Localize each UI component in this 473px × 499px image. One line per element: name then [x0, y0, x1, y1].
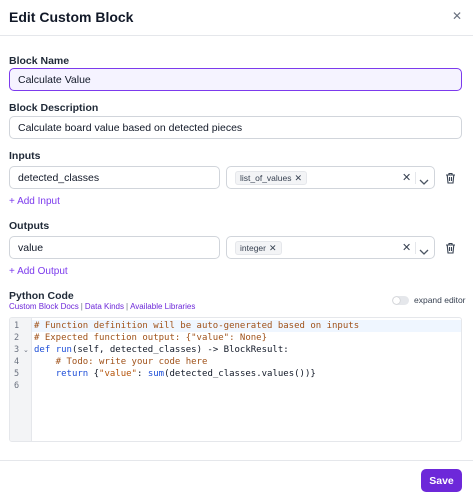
trash-icon[interactable] [445, 241, 456, 259]
save-button[interactable]: Save [421, 469, 462, 492]
clear-icon[interactable]: ✕ [402, 171, 411, 184]
line-number-gutter: 1 2 3 ⌄ 4 5 6 [10, 318, 32, 441]
code-line: # Expected function output: {"value": No… [34, 333, 267, 343]
input-kind-select[interactable]: list_of_values ✕ ✕ [226, 166, 435, 189]
dialog-header: Edit Custom Block ✕ [0, 0, 473, 36]
docs-links: Custom Block Docs | Data Kinds | Available L… [9, 302, 196, 311]
code-line: def run(self, detected_classes) -> Block… [34, 345, 289, 355]
kind-chip-label: integer [240, 243, 266, 253]
output-name-field[interactable] [9, 236, 220, 259]
input-name-field[interactable] [9, 166, 220, 189]
select-divider [415, 242, 416, 254]
chevron-down-icon[interactable] [419, 173, 429, 191]
dialog-footer [0, 460, 473, 499]
python-code-label: Python Code [9, 290, 74, 302]
expand-editor-toggle[interactable] [392, 295, 409, 305]
clear-icon[interactable]: ✕ [402, 241, 411, 254]
dialog-title: Edit Custom Block [9, 9, 134, 25]
line-number: 1 [14, 321, 20, 331]
expand-editor-label: expand editor [414, 295, 466, 305]
code-editor[interactable]: 1 2 3 ⌄ 4 5 6 # Function definition will… [9, 317, 462, 442]
chevron-down-icon[interactable] [419, 243, 429, 261]
block-name-label: Block Name [9, 55, 70, 67]
custom-block-docs-link[interactable]: Custom Block Docs [9, 302, 79, 311]
code-content[interactable]: # Function definition will be auto-gener… [32, 318, 461, 441]
inputs-label: Inputs [9, 150, 41, 162]
add-output-link[interactable]: + Add Output [9, 266, 68, 277]
code-line: # Todo: write your code here [34, 357, 208, 367]
line-number: 4 [14, 357, 20, 367]
kind-chip: integer ✕ [235, 241, 282, 255]
kind-chip: list_of_values ✕ [235, 171, 308, 185]
add-input-link[interactable]: + Add Input [9, 196, 60, 207]
outputs-label: Outputs [9, 220, 50, 232]
select-divider [415, 172, 416, 184]
code-line: # Function definition will be auto-gener… [34, 321, 360, 331]
code-line: return {"value": sum(detected_classes.va… [55, 369, 316, 379]
trash-icon[interactable] [445, 171, 456, 189]
block-description-label: Block Description [9, 102, 99, 114]
block-description-input[interactable] [9, 116, 462, 139]
block-name-input[interactable] [9, 68, 462, 91]
fold-chevron-icon[interactable]: ⌄ [23, 346, 29, 354]
line-number: 5 [14, 369, 20, 379]
output-kind-select[interactable]: integer ✕ ✕ [226, 236, 435, 259]
chip-remove-icon[interactable]: ✕ [295, 173, 303, 184]
line-number: 3 [14, 345, 20, 355]
data-kinds-link[interactable]: Data Kinds [85, 302, 124, 311]
line-number: 6 [14, 381, 20, 391]
chip-remove-icon[interactable]: ✕ [269, 243, 277, 254]
expand-editor-control: expand editor [392, 295, 466, 305]
available-libraries-link[interactable]: Available Libraries [130, 302, 195, 311]
close-icon[interactable]: ✕ [452, 9, 462, 23]
kind-chip-label: list_of_values [240, 173, 292, 183]
line-number: 2 [14, 333, 20, 343]
